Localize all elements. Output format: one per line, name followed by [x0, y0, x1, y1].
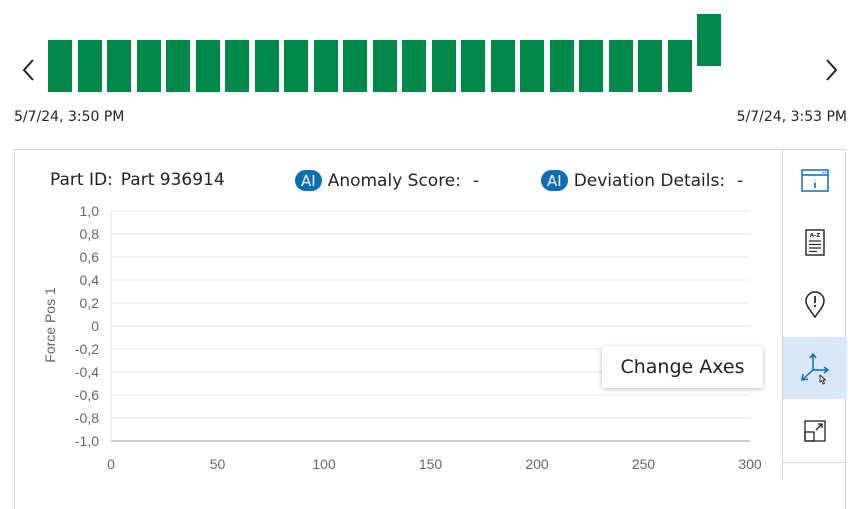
chevron-right-icon: [826, 59, 838, 81]
timeline-bar[interactable]: [77, 40, 102, 92]
force-chart[interactable]: 1,0 0,8 0,6 0,4 0,2 0 -0,2 -0,4 -0,6 -0,8 -1,0 0 50…: [15, 150, 782, 508]
timeline-bar[interactable]: [225, 40, 249, 92]
chart-grid: [110, 210, 750, 442]
expand-icon: [804, 420, 826, 442]
svg-text:A-Z: A-Z: [810, 233, 821, 239]
timeline-bar[interactable]: [195, 40, 220, 92]
x-tick-label: 50: [210, 456, 226, 472]
location-alert-icon: [805, 291, 825, 319]
timeline-end-time: 5/7/24, 3:53 PM: [736, 109, 847, 125]
timeline-bar[interactable]: [343, 40, 367, 92]
y-tick-label: -0,2: [75, 341, 99, 357]
timeline-bar[interactable]: [107, 40, 131, 92]
change-axes-tooltip: Change Axes: [602, 346, 763, 388]
x-tick-label: 100: [312, 456, 336, 472]
timeline-bar[interactable]: [579, 40, 603, 92]
y-tick-label: -0,4: [75, 364, 99, 380]
cursor-hand-icon: [819, 374, 826, 385]
timeline-bar[interactable]: [549, 40, 574, 92]
y-tick-label: -1,0: [75, 433, 99, 449]
timeline-bar[interactable]: [372, 40, 397, 92]
y-tick-label: 0: [91, 318, 99, 334]
timeline-start-time: 5/7/24, 3:50 PM: [14, 109, 125, 125]
info-window-button[interactable]: [783, 150, 847, 212]
timeline-bar[interactable]: [313, 40, 338, 92]
y-tick-label: 0,2: [80, 295, 100, 311]
y-tick-label: 0,4: [80, 272, 100, 288]
x-tick-label: 150: [419, 456, 443, 472]
timeline-bar[interactable]: [520, 40, 544, 92]
timeline-bar[interactable]: [284, 40, 308, 92]
expand-chart-button[interactable]: [783, 400, 847, 462]
axes-icon: [801, 352, 830, 385]
x-tick-label: 0: [107, 456, 115, 472]
x-tick-label: 200: [525, 456, 549, 472]
chevron-left-icon: [22, 59, 34, 81]
next-arrow-button[interactable]: [816, 52, 846, 88]
timeline-bar[interactable]: [667, 40, 692, 92]
y-tick-label: 0,8: [80, 226, 100, 242]
timeline-bar[interactable]: [402, 40, 426, 92]
y-tick-label: -0,6: [75, 387, 99, 403]
timeline-bar[interactable]: [697, 14, 721, 66]
timeline-bar[interactable]: [608, 40, 633, 92]
document-az-icon: A-Z: [805, 229, 825, 256]
x-tick-label: 300: [738, 456, 762, 472]
timeline-bar[interactable]: [136, 40, 161, 92]
x-tick-label: 250: [632, 456, 656, 472]
timeline-bar[interactable]: [254, 40, 279, 92]
timeline-bar[interactable]: [166, 40, 190, 92]
timeline-bar[interactable]: [48, 40, 72, 92]
timeline-bar[interactable]: [461, 40, 485, 92]
y-tick-label: -0,8: [75, 410, 99, 426]
timeline-bars: [48, 0, 818, 100]
y-tick-label: 0,6: [80, 249, 100, 265]
timeline-bar[interactable]: [490, 40, 515, 92]
y-tick-label: 1,0: [80, 203, 100, 219]
chart-toolbar: A-Z: [782, 150, 847, 480]
y-axis-ticks: 1,0 0,8 0,6 0,4 0,2 0 -0,2 -0,4 -0,6 -0,8 -1,0: [75, 203, 99, 449]
anomaly-marker-button[interactable]: [783, 274, 847, 336]
prev-arrow-button[interactable]: [14, 52, 44, 88]
toolbar-divider: [783, 462, 847, 463]
alphabetical-document-button[interactable]: A-Z: [783, 212, 847, 274]
x-axis-ticks: 0 50 100 150 200 250 300: [107, 456, 762, 472]
window-info-icon: [801, 169, 829, 192]
chart-panel: Part ID: Part 936914 AI Anomaly Score: -…: [14, 149, 847, 509]
timeline-bar[interactable]: [638, 40, 662, 92]
y-axis-label: Force Pos 1: [42, 287, 58, 363]
change-axes-button[interactable]: [783, 337, 847, 399]
timeline-bar[interactable]: [431, 40, 456, 92]
